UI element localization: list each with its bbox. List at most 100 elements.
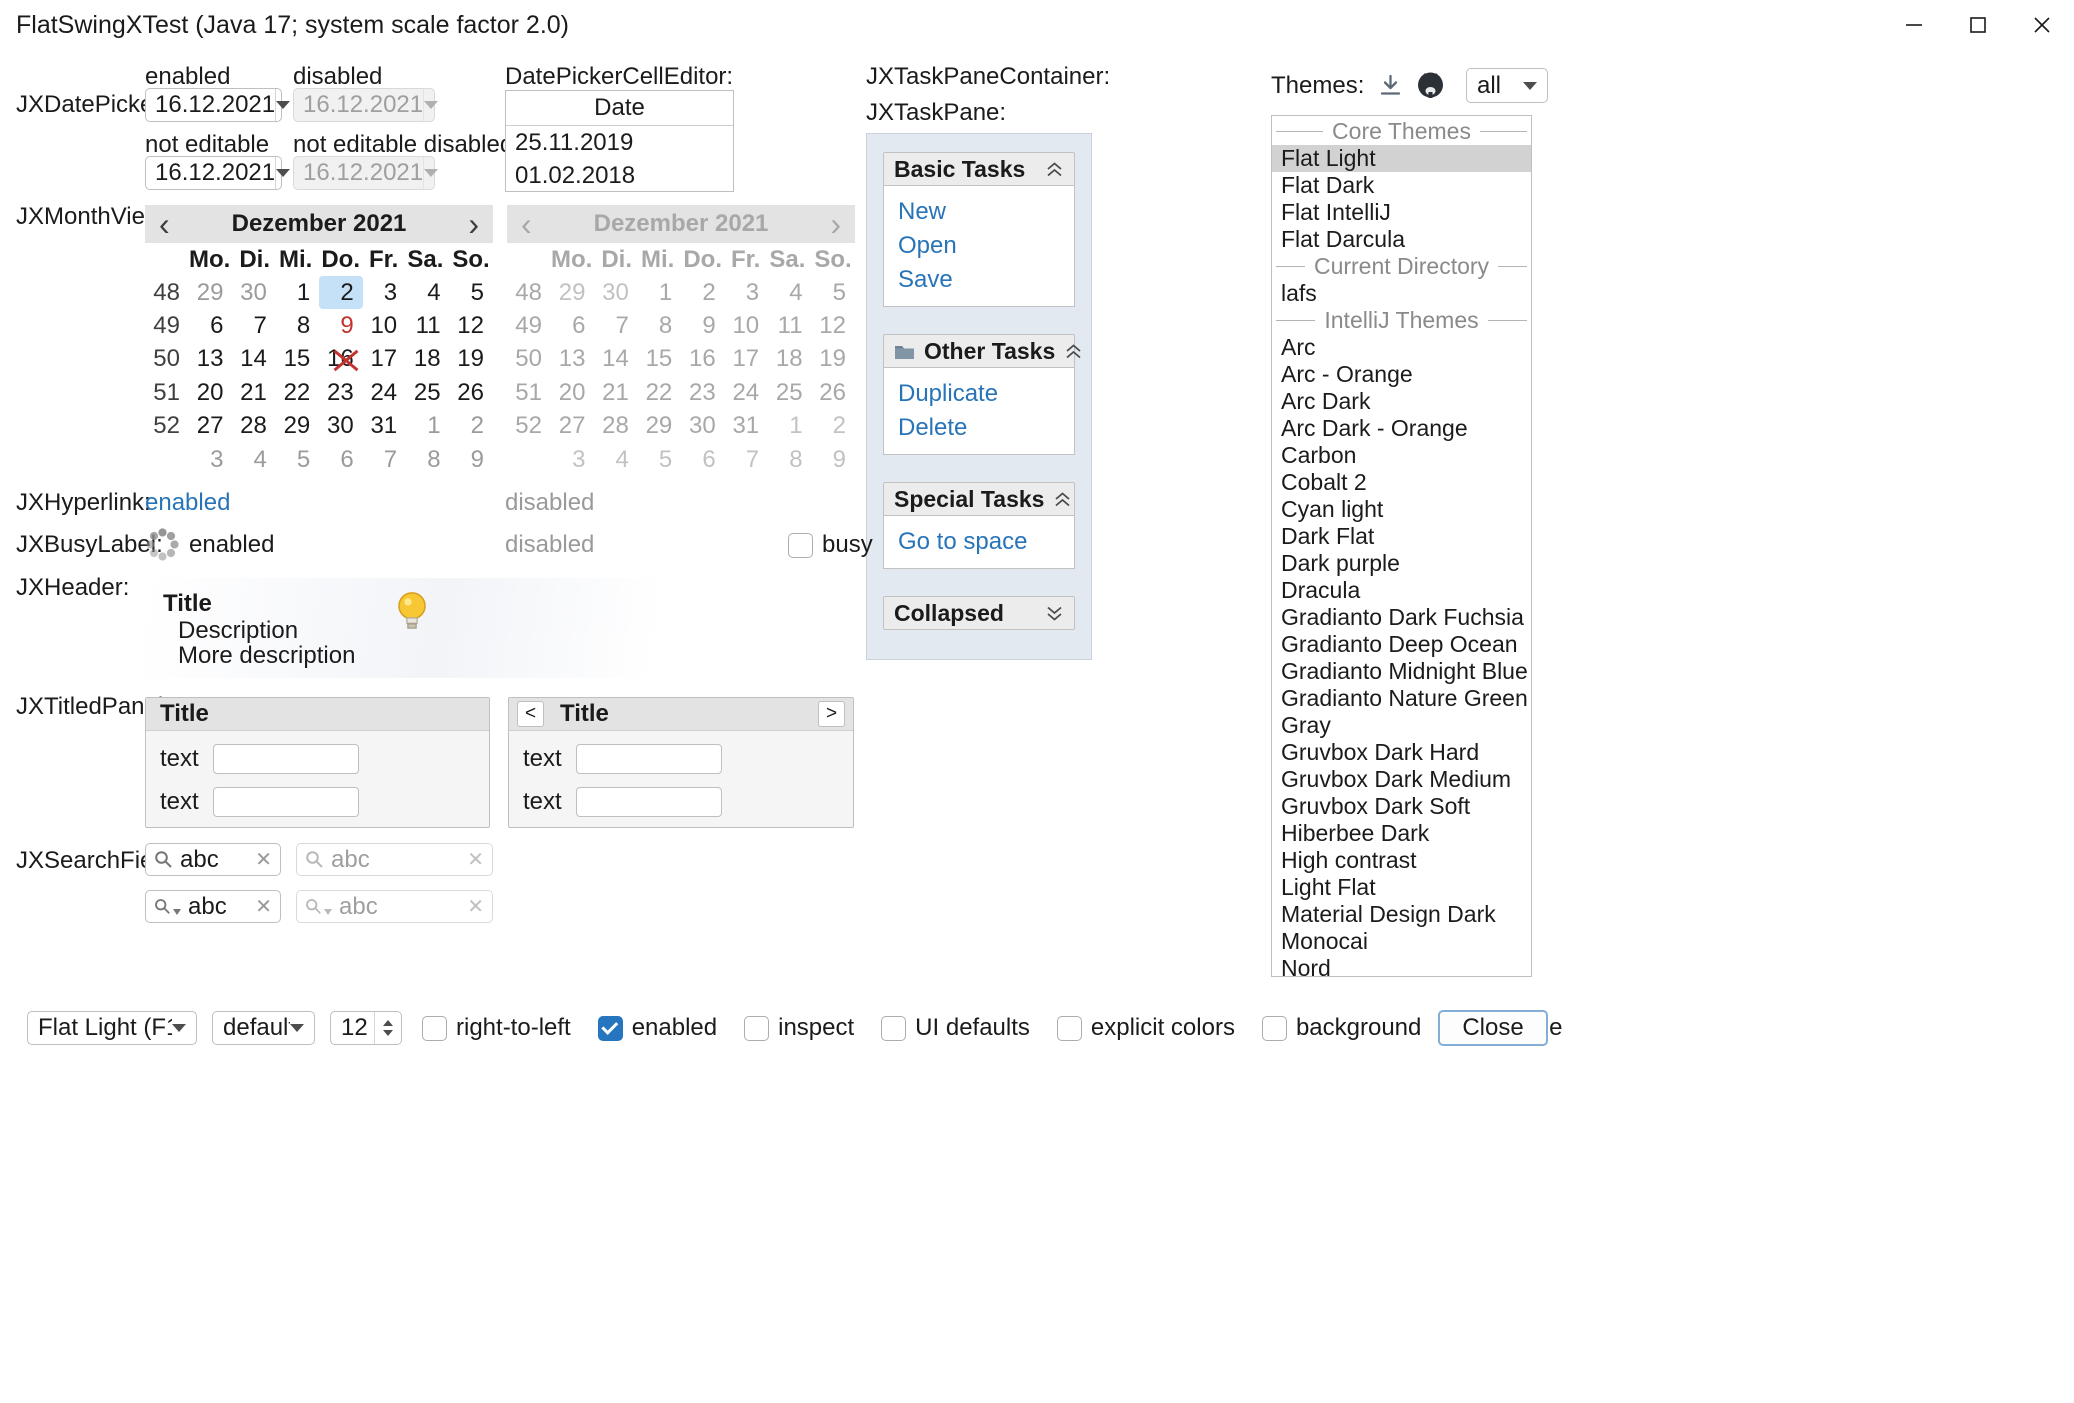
task-link[interactable]: Open <box>898 229 1060 263</box>
calendar-day-cell[interactable]: 1 <box>276 276 319 309</box>
theme-list[interactable]: Core Themes Flat Light Flat Dark Flat In… <box>1271 115 1532 977</box>
theme-filter-combo[interactable]: all <box>1466 68 1548 103</box>
calendar-day-cell[interactable]: 4 <box>232 443 275 476</box>
calendar-day-cell[interactable]: 1 <box>406 410 449 443</box>
theme-list-item[interactable]: Light Flat <box>1272 874 1531 901</box>
calendar-day-cell[interactable]: 9 <box>450 443 493 476</box>
text-field[interactable] <box>576 787 722 817</box>
theme-list-item[interactable]: Arc <box>1272 334 1531 361</box>
theme-list-item[interactable]: Carbon <box>1272 442 1531 469</box>
calendar-day-cell[interactable]: 2 <box>450 410 493 443</box>
theme-list-item[interactable]: Gradianto Deep Ocean <box>1272 631 1531 658</box>
date-table-row[interactable]: 25.11.2019 <box>506 126 733 159</box>
busy-checkbox[interactable]: busy <box>788 531 873 559</box>
laf-combo[interactable]: Flat Light (F1) <box>27 1011 197 1045</box>
calendar-day-cell[interactable] <box>145 443 189 476</box>
text-field[interactable] <box>213 787 359 817</box>
theme-list-item[interactable]: Flat Light <box>1272 145 1531 172</box>
text-field[interactable] <box>213 744 359 774</box>
theme-list-item[interactable]: Flat Dark <box>1272 172 1531 199</box>
theme-list-item[interactable]: Cobalt 2 <box>1272 469 1531 496</box>
calendar-day-cell[interactable]: 7 <box>232 309 275 342</box>
theme-list-item[interactable]: Dracula <box>1272 577 1531 604</box>
calendar-day-cell[interactable]: 14 <box>232 343 275 376</box>
theme-list-item[interactable]: Core Themes <box>1272 118 1531 145</box>
calendar-day-cell[interactable]: 24 <box>363 376 406 409</box>
checkbox-option[interactable]: explicit colors <box>1057 1014 1235 1042</box>
calendar-day-cell[interactable]: 10 <box>363 309 406 342</box>
theme-list-item[interactable]: Gradianto Midnight Blue <box>1272 658 1531 685</box>
theme-list-item[interactable]: Nord <box>1272 955 1531 977</box>
theme-list-item[interactable]: Dark Flat <box>1272 523 1531 550</box>
search-menu-icon[interactable] <box>154 898 181 915</box>
checkbox-option[interactable]: right-to-left <box>422 1014 571 1042</box>
theme-list-item[interactable]: Flat IntelliJ <box>1272 199 1531 226</box>
task-pane-special-header[interactable]: Special Tasks <box>883 482 1075 516</box>
checkbox[interactable] <box>422 1016 447 1041</box>
calendar-day-cell[interactable]: 29 <box>189 276 232 309</box>
minimize-icon[interactable] <box>1882 0 1946 50</box>
calendar-day-cell[interactable]: 13 <box>189 343 232 376</box>
calendar-day-cell[interactable]: 6 <box>189 309 232 342</box>
maximize-icon[interactable] <box>1946 0 2010 50</box>
calendar-day-cell[interactable]: 18 <box>406 343 449 376</box>
theme-list-item[interactable]: Gray <box>1272 712 1531 739</box>
calendar-day-cell[interactable]: 4 <box>406 276 449 309</box>
calendar-day-cell[interactable]: 29 <box>276 410 319 443</box>
theme-list-item[interactable]: Arc Dark <box>1272 388 1531 415</box>
hyperlink-enabled[interactable]: enabled <box>145 489 230 517</box>
calendar-day-cell[interactable]: 51 <box>145 376 189 409</box>
checkbox[interactable] <box>598 1016 623 1041</box>
theme-list-item[interactable]: Monocai <box>1272 928 1531 955</box>
calendar-day-cell[interactable]: 11 <box>406 309 449 342</box>
chevron-up-icon[interactable] <box>1045 161 1064 178</box>
calendar-day-cell[interactable]: 8 <box>276 309 319 342</box>
spinner-up-icon[interactable] <box>383 1020 393 1026</box>
left-arrow-button[interactable]: < <box>517 701 544 727</box>
calendar-day-cell[interactable]: 52 <box>145 410 189 443</box>
theme-list-item[interactable]: Hiberbee Dark <box>1272 820 1531 847</box>
text-field[interactable] <box>576 744 722 774</box>
search-input[interactable] <box>180 846 248 874</box>
date-picker-dropdown-icon[interactable] <box>275 89 290 121</box>
prev-month-icon[interactable]: ‹ <box>159 209 170 239</box>
theme-list-item[interactable]: Material Design Dark <box>1272 901 1531 928</box>
calendar-day-cell[interactable]: 17 <box>363 343 406 376</box>
font-combo[interactable]: default <box>212 1011 315 1045</box>
spinner-buttons[interactable] <box>374 1012 401 1044</box>
calendar-day-cell[interactable]: 8 <box>406 443 449 476</box>
calendar-day-cell[interactable]: 50 <box>145 343 189 376</box>
theme-list-item[interactable]: IntelliJ Themes <box>1272 307 1531 334</box>
theme-list-item[interactable]: Gruvbox Dark Medium <box>1272 766 1531 793</box>
task-link[interactable]: Go to space <box>898 525 1060 559</box>
checkbox-option[interactable]: enabled <box>598 1014 717 1042</box>
calendar-day-cell[interactable]: 9 <box>319 309 362 342</box>
calendar-day-cell[interactable]: 6 <box>319 443 362 476</box>
calendar-day-cell[interactable]: 16 <box>319 343 362 376</box>
calendar-day-cell[interactable]: 5 <box>450 276 493 309</box>
search-field[interactable]: ✕ <box>145 843 281 876</box>
calendar-day-cell[interactable]: 21 <box>232 376 275 409</box>
search-input[interactable] <box>188 893 248 921</box>
theme-list-item[interactable]: Gradianto Dark Fuchsia <box>1272 604 1531 631</box>
calendar-day-cell[interactable]: 48 <box>145 276 189 309</box>
calendar-day-cell[interactable]: 28 <box>232 410 275 443</box>
task-link[interactable]: Save <box>898 263 1060 297</box>
calendar-day-cell[interactable]: 7 <box>363 443 406 476</box>
theme-list-item[interactable]: Dark purple <box>1272 550 1531 577</box>
date-picker-dropdown-icon[interactable] <box>275 157 290 189</box>
calendar-day-cell[interactable]: 20 <box>189 376 232 409</box>
clear-icon[interactable]: ✕ <box>255 897 272 917</box>
download-icon[interactable] <box>1377 72 1404 99</box>
next-month-icon[interactable]: › <box>468 209 479 239</box>
calendar-day-cell[interactable]: 19 <box>450 343 493 376</box>
chevron-up-icon[interactable] <box>1064 343 1083 360</box>
task-pane-other-header[interactable]: Other Tasks <box>883 334 1075 368</box>
calendar-day-cell[interactable]: 3 <box>363 276 406 309</box>
chevron-down-icon[interactable] <box>1045 605 1064 622</box>
github-icon[interactable] <box>1415 69 1446 100</box>
theme-list-item[interactable]: Arc - Orange <box>1272 361 1531 388</box>
checkbox[interactable] <box>1262 1016 1287 1041</box>
calendar-day-cell[interactable]: 25 <box>406 376 449 409</box>
close-window-icon[interactable] <box>2010 0 2074 50</box>
